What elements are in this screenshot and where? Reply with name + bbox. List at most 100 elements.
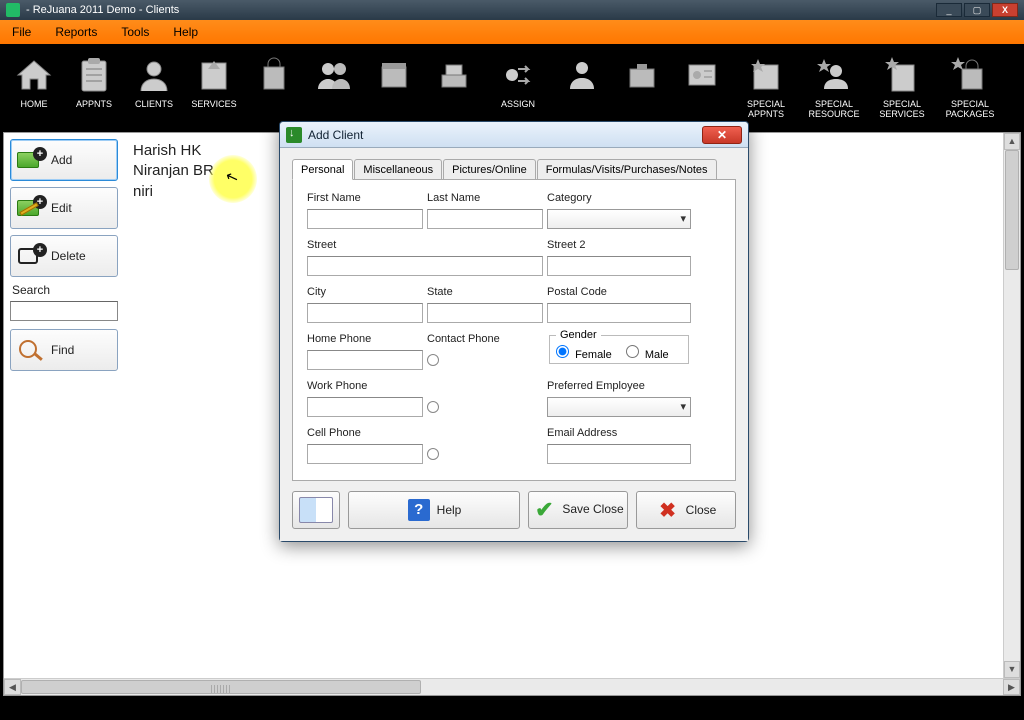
window-titlebar[interactable]: - ReJuana 2011 Demo - Clients _ ▢ X [0,0,1024,20]
delete-label: Delete [51,249,86,263]
window-close-button[interactable]: X [992,3,1018,17]
tool-employees[interactable] [304,48,364,132]
menu-help[interactable]: Help [161,20,210,44]
add-button[interactable]: + Add [10,139,118,181]
scroll-thumb-h[interactable] [21,680,421,694]
till-icon [433,54,475,96]
x-icon: ✖ [659,498,676,523]
add-label: Add [51,153,72,167]
state-label: State [427,286,543,299]
window-minimize-button[interactable]: _ [936,3,962,17]
tool-appnts[interactable]: APPNTS [64,48,124,132]
city-field[interactable] [307,303,423,323]
window-maximize-button[interactable]: ▢ [964,3,990,17]
edit-button[interactable]: + Edit [10,187,118,229]
scroll-down-arrow-icon[interactable]: ▼ [1004,661,1020,678]
person-card-icon [561,54,603,96]
email-label: Email Address [547,427,691,440]
menu-reports[interactable]: Reports [43,20,109,44]
edit-label: Edit [51,201,72,215]
delete-recycle-icon: + [17,245,45,267]
find-button[interactable]: Find [10,329,118,371]
vertical-scrollbar[interactable]: ▲ ▼ [1003,133,1020,678]
magnifier-icon [17,339,45,361]
search-input[interactable] [10,301,118,321]
tool-services[interactable]: SERVICES [184,48,244,132]
id-card-icon [681,54,723,96]
scroll-thumb[interactable] [1005,150,1019,270]
street-field[interactable] [307,256,543,276]
postal-field[interactable] [547,303,691,323]
check-icon: ✔ [535,497,553,523]
postal-label: Postal Code [547,286,691,299]
dialog-button-row: ? Help ✔ Save Close ✖ Close [292,491,736,529]
tab-pane-personal: First Name Last Name Category Street Str… [292,179,736,481]
dialog-close-button[interactable]: ✕ [702,126,742,144]
close-button[interactable]: ✖ Close [636,491,736,529]
tool-supplier[interactable] [612,48,672,132]
cell-phone-field[interactable] [307,444,423,464]
application-window: - ReJuana 2011 Demo - Clients _ ▢ X File… [0,0,1024,720]
home-phone-field[interactable] [307,350,423,370]
dialog-titlebar[interactable]: Add Client ✕ [280,122,748,148]
app-icon [6,3,20,17]
tool-sales[interactable] [424,48,484,132]
tool-special-services[interactable]: SPECIAL SERVICES [868,48,936,132]
state-field[interactable] [427,303,543,323]
horizontal-scrollbar[interactable]: ◀ ▶ [4,678,1020,695]
tab-formulas[interactable]: Formulas/Visits/Purchases/Notes [537,159,717,179]
people-icon [313,54,355,96]
search-label: Search [12,283,123,297]
clipboard-list-icon [73,54,115,96]
contact-work-radio[interactable] [427,401,439,413]
gender-male-radio[interactable]: Male [626,345,669,361]
address-book-button[interactable] [292,491,340,529]
contact-cell-radio[interactable] [427,448,439,460]
menu-tools[interactable]: Tools [109,20,161,44]
cell-phone-label: Cell Phone [307,427,423,440]
book-icon [299,497,333,523]
contact-home-radio[interactable] [427,354,439,366]
contact-phone-label: Contact Phone [427,333,543,346]
scroll-up-arrow-icon[interactable]: ▲ [1004,133,1020,150]
category-select[interactable] [547,209,691,229]
gender-female-radio[interactable]: Female [556,345,612,361]
tool-special-resource[interactable]: SPECIAL RESOURCE [800,48,868,132]
tab-pictures[interactable]: Pictures/Online [443,159,536,179]
tool-customer[interactable] [552,48,612,132]
street2-field[interactable] [547,256,691,276]
first-name-label: First Name [307,192,423,205]
save-close-button[interactable]: ✔ Save Close [528,491,628,529]
tool-clients[interactable]: CLIENTS [124,48,184,132]
help-icon: ? [408,499,430,521]
tool-special-packages[interactable]: SPECIAL PACKAGES [936,48,1004,132]
preferred-emp-label: Preferred Employee [547,380,691,393]
menu-file[interactable]: File [0,20,43,44]
tab-misc[interactable]: Miscellaneous [354,159,442,179]
tool-home[interactable]: HOME [4,48,64,132]
tool-packages[interactable] [244,48,304,132]
preferred-emp-select[interactable] [547,397,691,417]
edit-pencil-icon: + [17,197,45,219]
tab-personal[interactable]: Personal [292,159,353,180]
work-phone-field[interactable] [307,397,423,417]
tool-products[interactable] [364,48,424,132]
dialog-icon [286,127,302,143]
scroll-left-arrow-icon[interactable]: ◀ [4,679,21,695]
first-name-field[interactable] [307,209,423,229]
category-label: Category [547,192,691,205]
tool-special-appnts[interactable]: SPECIAL APPNTS [732,48,800,132]
help-button[interactable]: ? Help [348,491,520,529]
tool-receipt[interactable] [672,48,732,132]
delete-button[interactable]: + Delete [10,235,118,277]
note-star-icon [881,54,923,96]
bottom-bar [0,700,1024,720]
add-client-dialog: Add Client ✕ Personal Miscellaneous Pict… [279,121,749,542]
scroll-right-arrow-icon[interactable]: ▶ [1003,679,1020,695]
box-icon [373,54,415,96]
person-star-icon [813,54,855,96]
side-panel: + Add + Edit + Delete Search Find [4,133,129,695]
tool-assign[interactable]: ASSIGN [484,48,552,132]
email-field[interactable] [547,444,691,464]
last-name-field[interactable] [427,209,543,229]
